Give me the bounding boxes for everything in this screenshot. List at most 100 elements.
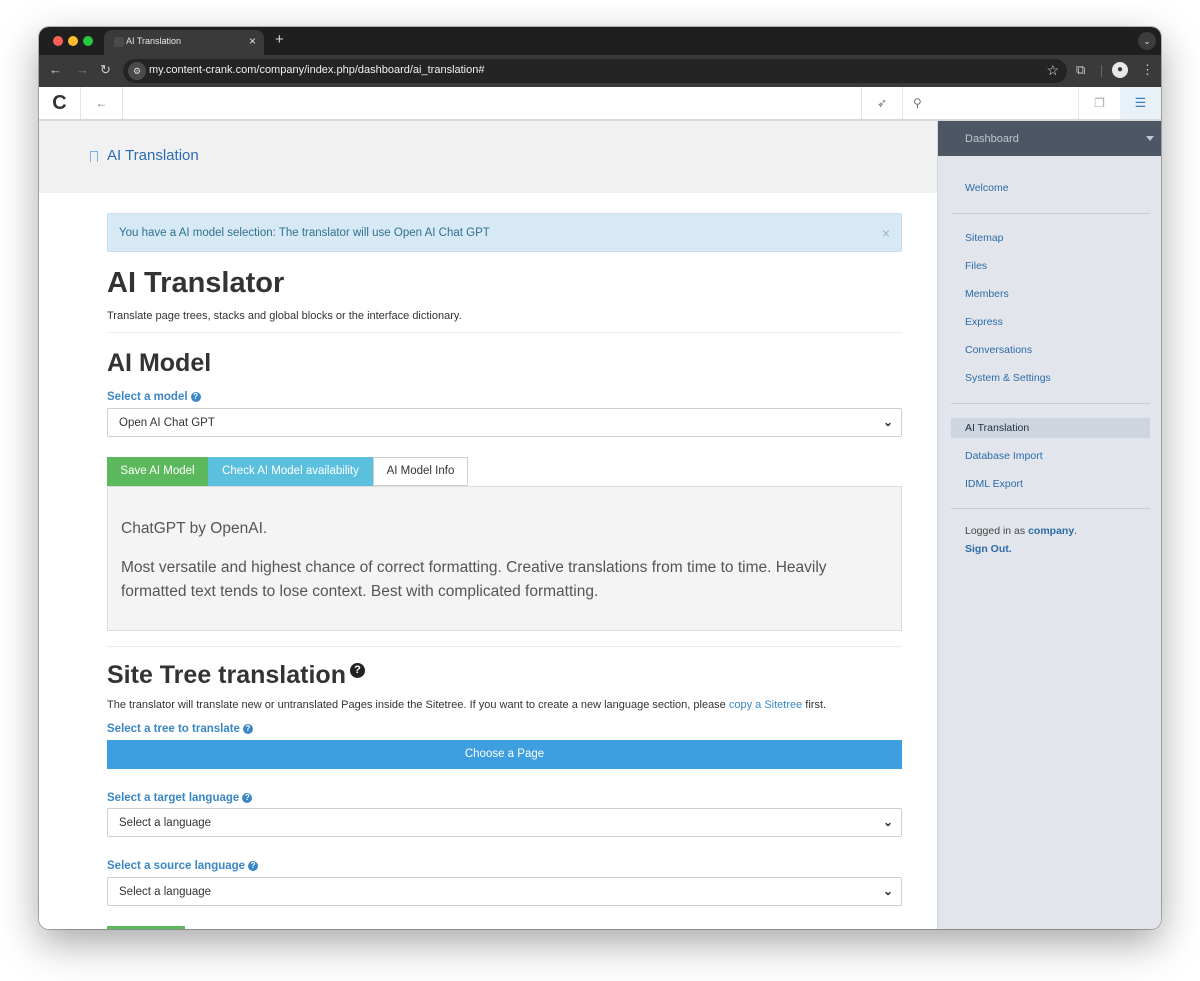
logged-in-text: Logged in as company. [965,525,1077,537]
target-language-label: Select a target language? [107,792,253,804]
ai-model-info-button[interactable]: AI Model Info [373,457,468,486]
save-ai-model-button[interactable]: Save AI Model [107,457,208,486]
model-select-value: Open AI Chat GPT [119,417,215,429]
info-alert: You have a AI model selection: The trans… [107,213,902,252]
sidebar-divider [951,403,1150,404]
close-window-button[interactable] [53,36,63,46]
browser-toolbar: ← → ↻ ⚙ my.content-crank.com/company/ind… [39,55,1161,87]
logged-in-suffix: . [1074,525,1078,537]
sidebar-item-welcome[interactable]: Welcome [965,182,1009,194]
select-tree-label-text: Select a tree to translate [107,723,240,735]
ai-model-heading: AI Model [107,349,212,377]
model-select[interactable]: Open AI Chat GPT ⌄ [107,408,902,437]
site-tree-desc-suffix: first. [802,699,827,711]
divider [107,646,902,647]
sidebar-item-files[interactable]: Files [965,260,987,272]
sidebar-item-conversations[interactable]: Conversations [965,344,1032,356]
username-link[interactable]: company [1028,525,1074,537]
alert-text: You have a AI model selection: The trans… [119,227,490,239]
toolbar-divider [1101,65,1102,77]
source-language-select[interactable]: Select a language ⌄ [107,877,902,906]
sidebar-header[interactable]: Dashboard [938,121,1161,156]
site-tree-heading: Site Tree translation? [107,661,365,690]
browser-window: AI Translation × + ⌄ ← → ↻ ⚙ my.content-… [39,27,1161,929]
target-language-select[interactable]: Select a language ⌄ [107,808,902,837]
site-tree-desc-text: The translator will translate new or unt… [107,699,729,711]
select-model-label-text: Select a model [107,391,188,403]
bookmark-icon[interactable] [90,151,98,166]
translate-button-partial[interactable] [107,926,185,929]
page-favicon-icon [114,37,124,47]
source-language-label: Select a source language? [107,860,259,872]
help-question-icon[interactable]: ? [190,392,201,402]
reload-icon[interactable]: ↻ [100,62,111,78]
tab-close-icon[interactable]: × [249,34,256,48]
logged-in-prefix: Logged in as [965,525,1029,537]
sidebar-item-system-settings[interactable]: System & Settings [965,372,1051,384]
divider [107,332,902,333]
sidebar-header-label: Dashboard [965,133,1019,145]
browser-menu-icon[interactable]: ⋮ [1141,61,1154,79]
model-info-description: Most versatile and highest chance of cor… [121,559,827,600]
site-tree-description: The translator will translate new or unt… [107,699,826,711]
settings-sliders-icon[interactable]: ☰ [1120,87,1161,119]
chevron-down-icon: ⌄ [882,884,893,898]
select-model-label: Select a model? [107,391,201,403]
main-content: AI Translation You have a AI model selec… [39,121,937,929]
pages-icon[interactable]: ❐ [1078,87,1120,119]
select-tree-label: Select a tree to translate? [107,723,253,735]
target-language-value: Select a language [119,817,212,829]
sidebar-divider [951,213,1150,214]
page-header: AI Translation [39,121,937,193]
choose-page-button[interactable]: Choose a Page [107,740,902,769]
extensions-icon[interactable]: ⧉ [1076,61,1085,79]
target-language-label-text: Select a target language [107,792,240,804]
model-info-panel: ChatGPT by OpenAI. Most versatile and hi… [107,486,902,631]
new-tab-button[interactable]: + [275,31,284,49]
cms-toolbar: C ← ➶ ⚲ ❐ ☰ [39,87,1161,121]
chevron-down-icon: ⌄ [882,815,893,829]
minimize-window-button[interactable] [68,36,78,46]
site-info-icon[interactable]: ⚙ [128,62,146,80]
help-question-icon[interactable]: ? [242,793,253,803]
sign-out-link[interactable]: Sign Out. [965,543,1012,555]
translator-heading: AI Translator [107,267,285,299]
help-question-icon[interactable]: ? [349,663,365,678]
check-availability-button[interactable]: Check AI Model availability [208,457,373,486]
sidebar-item-express[interactable]: Express [965,316,1003,328]
tab-title: AI Translation [126,36,182,46]
sidebar-item-database-import[interactable]: Database Import [965,450,1043,462]
cms-logo-icon[interactable]: C [39,87,81,119]
model-info-title: ChatGPT by OpenAI. [121,520,268,537]
bookmark-star-icon[interactable]: ☆ [1046,62,1059,78]
sidebar-item-ai-translation[interactable]: AI Translation [951,418,1150,438]
maximize-window-button[interactable] [83,36,93,46]
sidebar-item-idml-export[interactable]: IDML Export [965,478,1023,490]
tab-search-chevron-icon[interactable]: ⌄ [1138,32,1156,50]
help-question-icon[interactable]: ? [248,861,259,871]
caret-down-icon [1146,136,1154,141]
sidebar-item-label: AI Translation [965,422,1030,434]
search-icon: ⚲ [913,96,922,110]
chevron-down-icon: ⌄ [882,415,893,429]
copy-sitetree-link[interactable]: copy a Sitetree [729,699,802,711]
address-bar[interactable]: ⚙ my.content-crank.com/company/index.php… [123,59,1067,83]
help-question-icon[interactable]: ? [242,724,253,734]
back-arrow-icon[interactable]: ← [81,87,123,119]
tab-strip: AI Translation × + ⌄ [39,27,1161,55]
rocket-icon[interactable]: ➶ [861,87,903,119]
forward-arrow-icon[interactable]: → [76,62,89,78]
url-text[interactable]: my.content-crank.com/company/index.php/d… [149,64,484,76]
alert-close-icon[interactable]: × [882,225,890,241]
search-input[interactable] [931,93,1071,113]
back-arrow-icon[interactable]: ← [49,62,62,78]
translator-description: Translate page trees, stacks and global … [107,310,462,322]
browser-tab[interactable]: AI Translation × [104,30,264,55]
page-title: AI Translation [107,147,199,164]
sidebar-divider [951,508,1150,509]
source-language-label-text: Select a source language [107,860,246,872]
source-language-value: Select a language [119,886,212,898]
profile-avatar-icon[interactable]: ● [1112,62,1128,78]
sidebar-item-members[interactable]: Members [965,288,1009,300]
sidebar-item-sitemap[interactable]: Sitemap [965,232,1004,244]
